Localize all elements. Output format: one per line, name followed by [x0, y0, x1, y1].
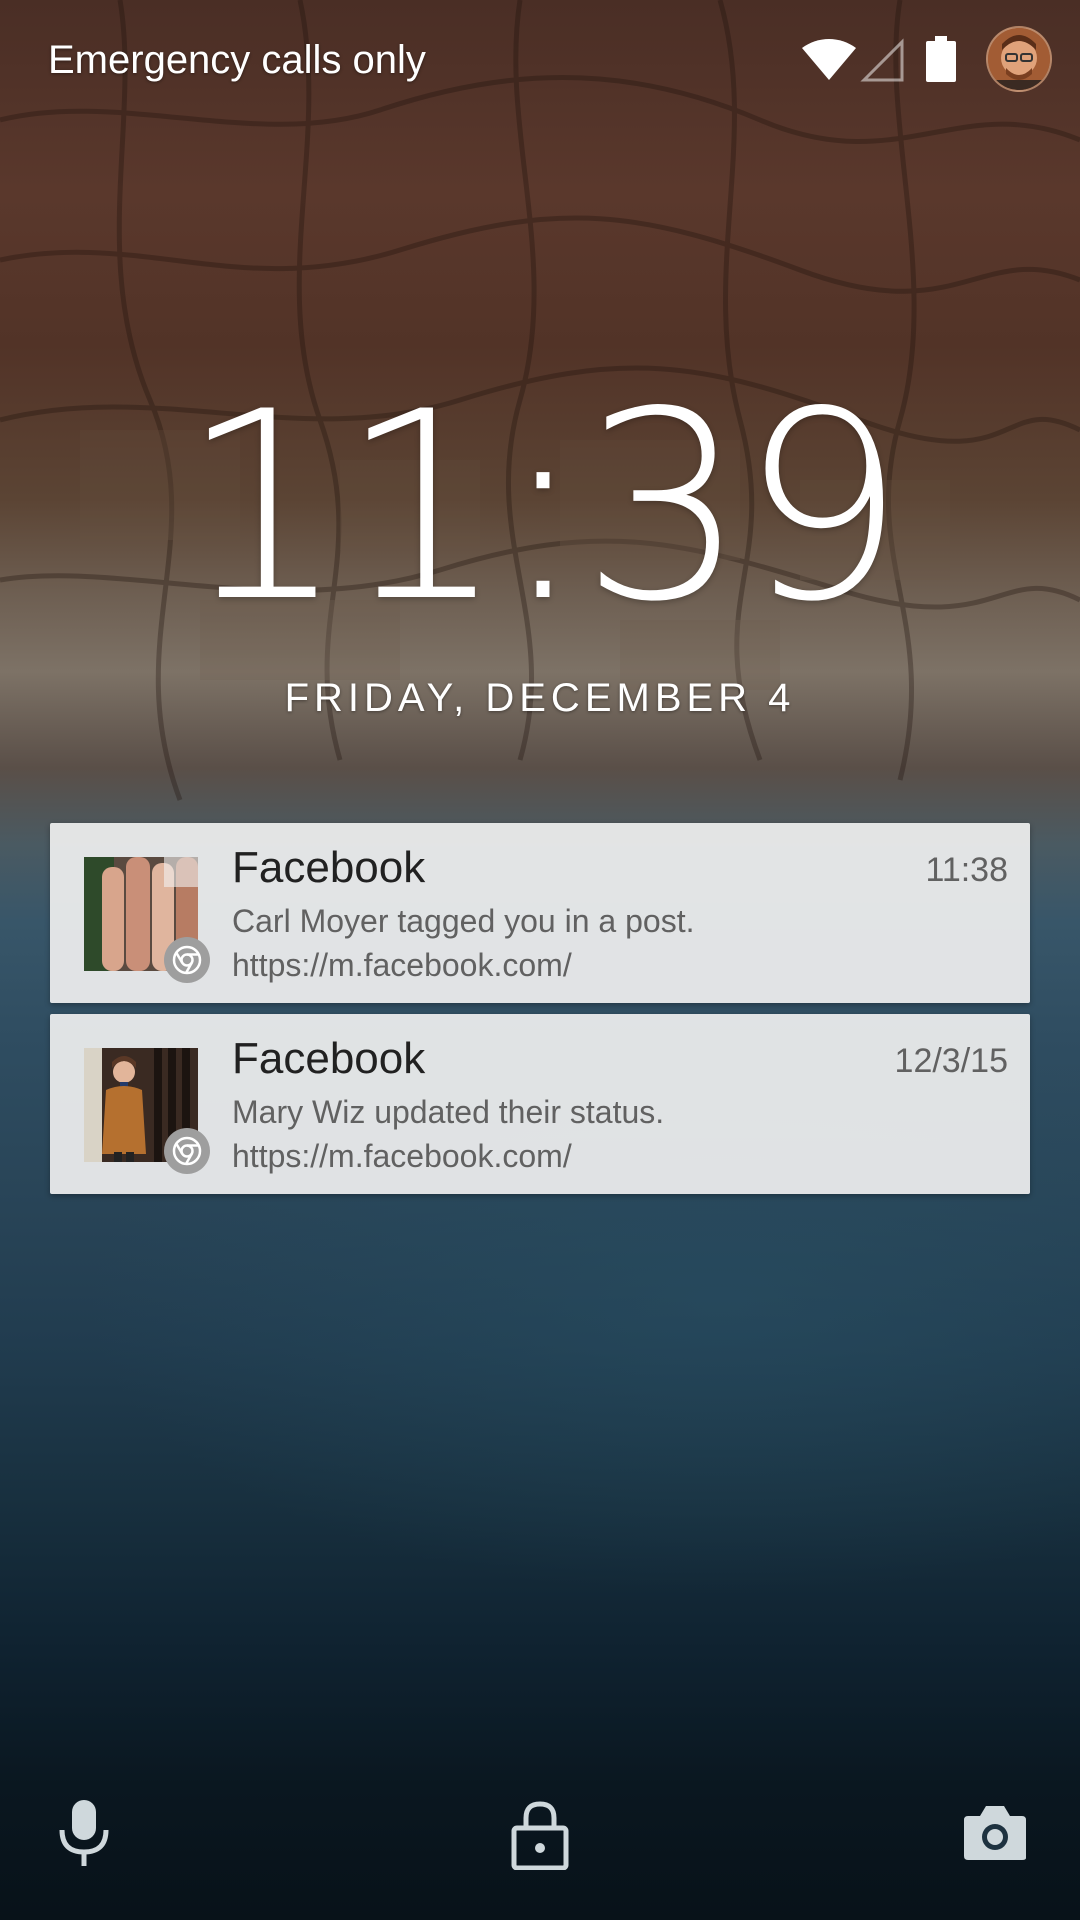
notification-text: Carl Moyer tagged you in a post.: [232, 903, 695, 939]
chrome-badge: [164, 1128, 210, 1174]
notification-text: Mary Wiz updated their status.: [232, 1094, 665, 1130]
chrome-icon: [172, 1136, 202, 1166]
carrier-text: Emergency calls only: [48, 38, 426, 82]
chrome-icon: [172, 945, 202, 975]
chrome-badge: [164, 937, 210, 983]
lock-icon[interactable]: [510, 1800, 570, 1870]
avatar-face-icon: [988, 28, 1050, 90]
notification-url: https://m.facebook.com/: [232, 1138, 572, 1174]
notification-url: https://m.facebook.com/: [232, 947, 572, 983]
clock-date: FRIDAY, DECEMBER 4: [284, 676, 796, 720]
clock-time: 11:39: [180, 357, 905, 659]
notification-app-name: Facebook: [232, 843, 426, 892]
user-avatar[interactable]: [986, 26, 1052, 92]
status-bar: Emergency calls only: [0, 0, 1080, 120]
notification-card[interactable]: Facebook 12/3/15 Mary Wiz updated their …: [50, 1014, 1030, 1194]
notification-time: 11:38: [925, 851, 1008, 889]
camera-icon[interactable]: [962, 1804, 1028, 1862]
notification-app-name: Facebook: [232, 1034, 426, 1083]
notification-time: 12/3/15: [894, 1042, 1008, 1080]
wifi-icon: [802, 39, 856, 80]
lock-screen: Emergency calls only 11:39 FRIDAY, DECEM…: [0, 0, 1080, 1920]
notification-card[interactable]: Facebook 11:38 Carl Moyer tagged you in …: [50, 823, 1030, 1003]
battery-icon: [926, 36, 956, 82]
microphone-icon[interactable]: [56, 1798, 112, 1868]
cell-signal-icon: [860, 38, 904, 82]
